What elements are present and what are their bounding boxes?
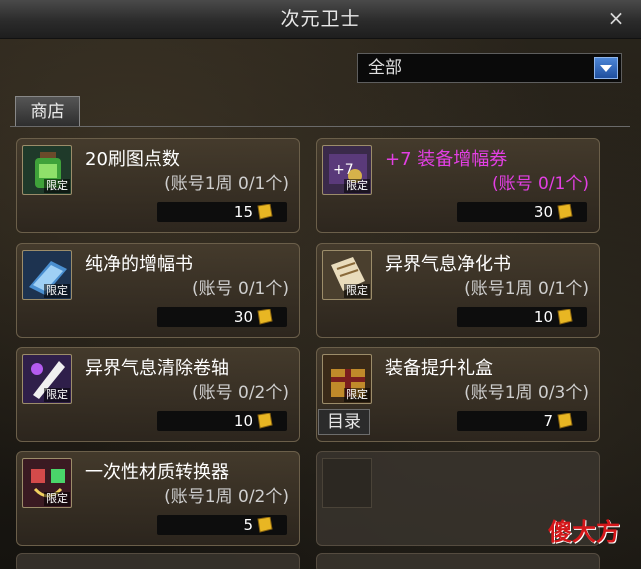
tab-shop[interactable]: 商店 (15, 96, 80, 126)
gift-box-icon: 限定 (322, 354, 372, 404)
coin-icon (557, 204, 573, 220)
converter-icon: 限定 (22, 458, 72, 508)
item-limit: (账号 0/2个) (191, 383, 289, 403)
item-price: 30 (233, 308, 253, 326)
catalog-button[interactable]: 目录 (318, 409, 370, 435)
coin-icon (257, 517, 273, 533)
price-bar: 15 (157, 202, 287, 222)
item-price: 5 (243, 516, 253, 534)
coin-icon (257, 413, 273, 429)
price-bar: 10 (157, 411, 287, 431)
item-name: 异界气息净化书 (385, 254, 511, 275)
window-title: 次元卫士 (280, 8, 361, 30)
next-row-card (16, 553, 300, 569)
item-price: 10 (233, 412, 253, 430)
chevron-down-icon[interactable] (594, 57, 618, 79)
empty-slot (322, 458, 372, 508)
category-dropdown-value: 全部 (368, 58, 402, 78)
coin-icon (557, 309, 573, 325)
potion-icon: 限定 (22, 145, 72, 195)
coin-icon (257, 309, 273, 325)
limited-badge: 限定 (44, 492, 70, 506)
next-row-card (316, 553, 600, 569)
shop-item-card[interactable]: 限定 异界气息清除卷轴 (账号 0/2个) 10 (16, 347, 300, 442)
shop-item-card[interactable]: 限定 一次性材质转换器 (账号1周 0/2个) 5 (16, 451, 300, 546)
limited-badge: 限定 (344, 179, 370, 193)
limited-badge: 限定 (44, 388, 70, 402)
shop-item-card[interactable]: 限定 纯净的增幅书 (账号 0/1个) 30 (16, 243, 300, 338)
item-name: 一次性材质转换器 (85, 462, 229, 483)
price-bar: 30 (157, 307, 287, 327)
price-bar: 30 (457, 202, 587, 222)
limited-badge: 限定 (344, 284, 370, 298)
amplify-ticket-icon: +7 限定 (322, 145, 372, 195)
shop-item-card[interactable]: +7 限定 +7 装备增幅券 (账号 0/1个) 30 (316, 138, 600, 233)
limited-badge: 限定 (344, 388, 370, 402)
book-icon: 限定 (22, 250, 72, 300)
tab-divider (10, 126, 630, 127)
price-bar: 7 (457, 411, 587, 431)
price-bar: 5 (157, 515, 287, 535)
scroll-icon: 限定 (322, 250, 372, 300)
item-price: 15 (233, 203, 253, 221)
price-bar: 10 (457, 307, 587, 327)
item-price: 30 (533, 203, 553, 221)
watermark: 傻大方 (548, 518, 620, 546)
limited-badge: 限定 (44, 284, 70, 298)
item-limit: (账号 0/1个) (191, 279, 289, 299)
clear-scroll-icon: 限定 (22, 354, 72, 404)
item-limit: (账号1周 0/2个) (164, 487, 289, 507)
item-name: 纯净的增幅书 (85, 254, 193, 275)
title-bar[interactable]: 次元卫士 × (0, 0, 641, 39)
close-icon[interactable]: × (605, 6, 627, 30)
item-name: +7 装备增幅券 (385, 149, 508, 170)
shop-item-card[interactable]: 限定 20刷图点数 (账号1周 0/1个) 15 (16, 138, 300, 233)
item-limit: (账号 0/1个) (491, 174, 589, 194)
coin-icon (257, 204, 273, 220)
shop-item-card[interactable]: 限定 异界气息净化书 (账号1周 0/1个) 10 (316, 243, 600, 338)
item-price: 10 (533, 308, 553, 326)
item-price: 7 (543, 412, 553, 430)
item-name: 异界气息清除卷轴 (85, 358, 229, 379)
item-name: 装备提升礼盒 (385, 358, 493, 379)
shop-window: 次元卫士 × 全部 商店 限定 20刷图点数 (账号1周 0/1个) 15 +7… (0, 0, 641, 569)
category-dropdown[interactable]: 全部 (357, 53, 622, 83)
item-name: 20刷图点数 (85, 149, 180, 170)
item-limit: (账号1周 0/1个) (464, 279, 589, 299)
item-limit: (账号1周 0/1个) (164, 174, 289, 194)
limited-badge: 限定 (44, 179, 70, 193)
item-limit: (账号1周 0/3个) (464, 383, 589, 403)
coin-icon (557, 413, 573, 429)
